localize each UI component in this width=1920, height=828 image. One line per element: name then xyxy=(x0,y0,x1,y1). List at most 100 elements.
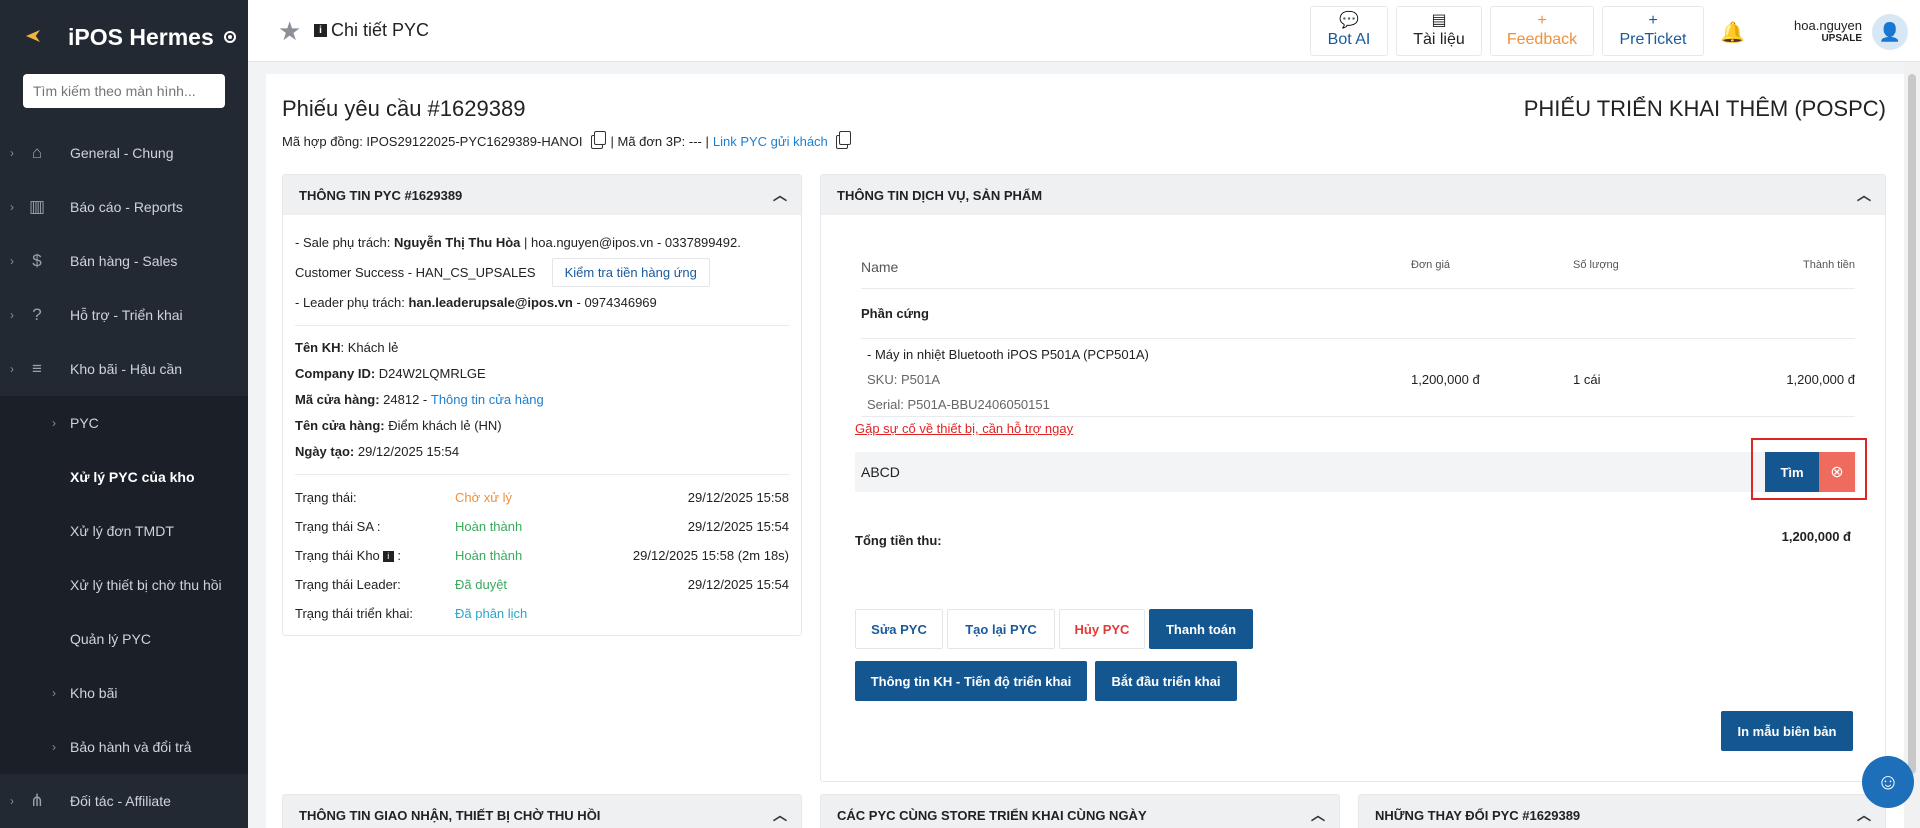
clear-search-button[interactable]: ⊗ xyxy=(1819,452,1855,492)
sidebar-subitem-storage[interactable]: › Kho bãi xyxy=(0,666,248,720)
chevron-up-icon[interactable]: ︿ xyxy=(1857,805,1871,825)
top-header: ★ i Chi tiết PYC 💬 Bot AI ▤ Tài liệu + F… xyxy=(248,0,1920,62)
service-info-header[interactable]: THÔNG TIN DỊCH VỤ, SẢN PHẨM ︿ xyxy=(821,175,1885,215)
sidebar-item-sales[interactable]: › $ Bán hàng - Sales xyxy=(0,234,248,288)
chatbot-button[interactable]: ☺ xyxy=(1862,756,1914,808)
sidebar-subitem-manage-pyc[interactable]: Quản lý PYC xyxy=(0,612,248,666)
sidebar-subitem-label: Bảo hành và đổi trả xyxy=(70,739,192,755)
sale-contact: | hoa.nguyen@ipos.vn - 0337899492. xyxy=(524,234,741,250)
sidebar-subitem-recall[interactable]: Xử lý thiết bị chờ thu hồi xyxy=(0,558,248,612)
col-name: Name xyxy=(861,259,899,275)
status-row: Trạng thái Kho i : Hoàn thành 29/12/2025 … xyxy=(295,541,789,570)
radio-dot-icon[interactable] xyxy=(223,31,236,43)
delivery-card: THÔNG TIN GIAO NHẬN, THIẾT BỊ CHỜ THU HỒ… xyxy=(282,794,802,828)
table-row: - Máy in nhiệt Bluetooth iPOS P501A (PCP… xyxy=(861,339,1855,417)
sidebar-subitem-warehouse-pyc[interactable]: Xử lý PYC của kho xyxy=(0,450,248,504)
sidebar-item-label: Đối tác - Affiliate xyxy=(70,793,171,809)
edit-pyc-button[interactable]: Sửa PYC xyxy=(855,609,943,649)
bell-icon[interactable]: 🔔 xyxy=(1720,20,1745,44)
cancel-pyc-button[interactable]: Hủy PYC xyxy=(1059,609,1145,649)
sidebar-subitem-pyc[interactable]: › PYC xyxy=(0,396,248,450)
sidebar-item-warehouse[interactable]: › ≡ Kho bãi - Hậu cần xyxy=(0,342,248,396)
status-label: Trạng thái triển khai: xyxy=(295,606,414,621)
sidebar-item-affiliate[interactable]: › ⋔ Đối tác - Affiliate xyxy=(0,774,248,828)
preticket-button[interactable]: + PreTicket xyxy=(1602,6,1704,56)
start-deployment-button[interactable]: Bắt đầu triển khai xyxy=(1095,661,1237,701)
sidebar-subitem-warranty[interactable]: › Bảo hành và đổi trả xyxy=(0,720,248,774)
status-label: Trạng thái: xyxy=(295,490,357,505)
bar-chart-icon: ▥ xyxy=(28,197,46,216)
plus-icon: + xyxy=(1648,12,1658,29)
pyc-info-card: THÔNG TIN PYC #1629389 ︿ - Sale phụ trác… xyxy=(282,174,802,636)
chevron-up-icon[interactable]: ︿ xyxy=(773,805,787,825)
product-serial: Serial: P501A-BBU2406050151 xyxy=(867,397,1050,412)
company-value: D24W2LQMRLGE xyxy=(378,365,486,381)
robot-icon: ☺ xyxy=(1876,769,1900,794)
product-table-header: Name Đơn giá Số lượng Thành tiền xyxy=(861,237,1855,289)
changes-header[interactable]: NHỮNG THAY ĐỔI PYC #1629389 ︿ xyxy=(1359,795,1885,828)
card-title: NHỮNG THAY ĐỔI PYC #1629389 xyxy=(1375,807,1581,823)
plus-icon: + xyxy=(1537,12,1547,29)
sidebar-item-support[interactable]: › ? Hỗ trợ - Triển khai xyxy=(0,288,248,342)
brand[interactable]: iPOS Hermes xyxy=(0,0,248,74)
copy-icon[interactable] xyxy=(835,130,851,149)
chevron-up-icon[interactable]: ︿ xyxy=(773,185,787,205)
sidebar-subitem-tmdt[interactable]: Xử lý đơn TMDT xyxy=(0,504,248,558)
star-icon[interactable]: ★ xyxy=(278,18,304,44)
store-info-link[interactable]: Thông tin cửa hàng xyxy=(431,392,544,407)
chevron-up-icon[interactable]: ︿ xyxy=(1311,805,1325,825)
store-code-label: Mã cửa hàng: xyxy=(295,391,380,407)
payment-button[interactable]: Thanh toán xyxy=(1149,609,1253,649)
copy-icon[interactable] xyxy=(590,130,606,149)
divider xyxy=(295,325,789,326)
card-title: THÔNG TIN PYC #1629389 xyxy=(299,187,463,203)
info-icon[interactable]: i xyxy=(382,551,394,563)
chevron-right-icon: › xyxy=(10,308,14,322)
contract-info: Mã hợp đồng: IPOS29122025-PYC1629389-HAN… xyxy=(282,130,852,149)
store-code-row: Mã cửa hàng: 24812 - Thông tin cửa hàng xyxy=(295,386,789,412)
avatar[interactable]: 👤 xyxy=(1872,14,1908,50)
status-label: Trạng thái SA : xyxy=(295,519,381,534)
page-header-title: Chi tiết PYC xyxy=(331,20,430,40)
print-report-button[interactable]: In mẫu biên bản xyxy=(1721,711,1853,751)
contract-label: Mã hợp đồng: IPOS29122025-PYC1629389-HAN… xyxy=(282,134,583,149)
store-name-label: Tên cửa hàng: xyxy=(295,417,385,433)
status-time: 29/12/2025 15:58 xyxy=(687,490,789,505)
product-sku: SKU: P501A xyxy=(867,372,940,387)
chevron-up-icon[interactable]: ︿ xyxy=(1857,185,1871,205)
documents-button[interactable]: ▤ Tài liệu xyxy=(1396,6,1482,56)
recreate-pyc-button[interactable]: Tạo lại PYC xyxy=(947,609,1055,649)
sidebar-nav: › ⌂ General - Chung › ▥ Báo cáo - Report… xyxy=(0,126,248,828)
pyc-customer-link[interactable]: Link PYC gửi khách xyxy=(713,134,828,149)
delivery-header[interactable]: THÔNG TIN GIAO NHẬN, THIẾT BỊ CHỜ THU HỒ… xyxy=(283,795,801,828)
scrollbar-track[interactable] xyxy=(1904,62,1920,828)
created-value: 29/12/2025 15:54 xyxy=(357,443,460,459)
status-row: Trạng thái SA : Hoàn thành 29/12/2025 15… xyxy=(295,512,789,541)
store-name-row: Tên cửa hàng: Điểm khách lẻ (HN) xyxy=(295,412,789,438)
chevron-right-icon: › xyxy=(10,362,14,376)
sidebar-subitem-label: PYC xyxy=(70,415,99,431)
sidebar-item-reports[interactable]: › ▥ Báo cáo - Reports xyxy=(0,180,248,234)
same-store-card: CÁC PYC CÙNG STORE TRIỂN KHAI CÙNG NGÀY … xyxy=(820,794,1340,828)
device-issue-link[interactable]: Gặp sự cố về thiết bị, cần hỗ trợ ngay xyxy=(855,421,1073,436)
page-title: Phiếu yêu cầu #1629389 xyxy=(282,96,526,121)
leader-prefix: - Leader phụ trách: xyxy=(295,294,405,310)
search-input[interactable]: ABCD xyxy=(861,464,900,480)
scrollbar-thumb[interactable] xyxy=(1908,74,1916,774)
same-store-header[interactable]: CÁC PYC CÙNG STORE TRIỂN KHAI CÙNG NGÀY … xyxy=(821,795,1339,828)
pyc-info-header[interactable]: THÔNG TIN PYC #1629389 ︿ xyxy=(283,175,801,215)
sidebar-item-general[interactable]: › ⌂ General - Chung xyxy=(0,126,248,180)
bot-ai-button[interactable]: 💬 Bot AI xyxy=(1310,6,1388,56)
check-advance-button[interactable]: Kiểm tra tiền hàng ứng xyxy=(551,257,710,287)
feedback-button[interactable]: + Feedback xyxy=(1490,6,1594,56)
sidebar-item-label: Bán hàng - Sales xyxy=(70,253,178,269)
sidebar-search-input[interactable] xyxy=(23,74,225,108)
company-label: Company ID: xyxy=(295,365,376,381)
status-row: Trạng thái: Chờ xử lý 29/12/2025 15:58 xyxy=(295,483,789,512)
product-qty: 1 cái xyxy=(1573,372,1601,387)
customer-progress-button[interactable]: Thông tin KH - Tiến độ triển khai xyxy=(855,661,1087,701)
search-button[interactable]: Tìm xyxy=(1765,452,1819,492)
chevron-right-icon: › xyxy=(52,686,56,700)
user-info[interactable]: hoa.nguyen UPSALE xyxy=(1760,18,1862,44)
sidebar-item-label: Báo cáo - Reports xyxy=(70,199,183,215)
